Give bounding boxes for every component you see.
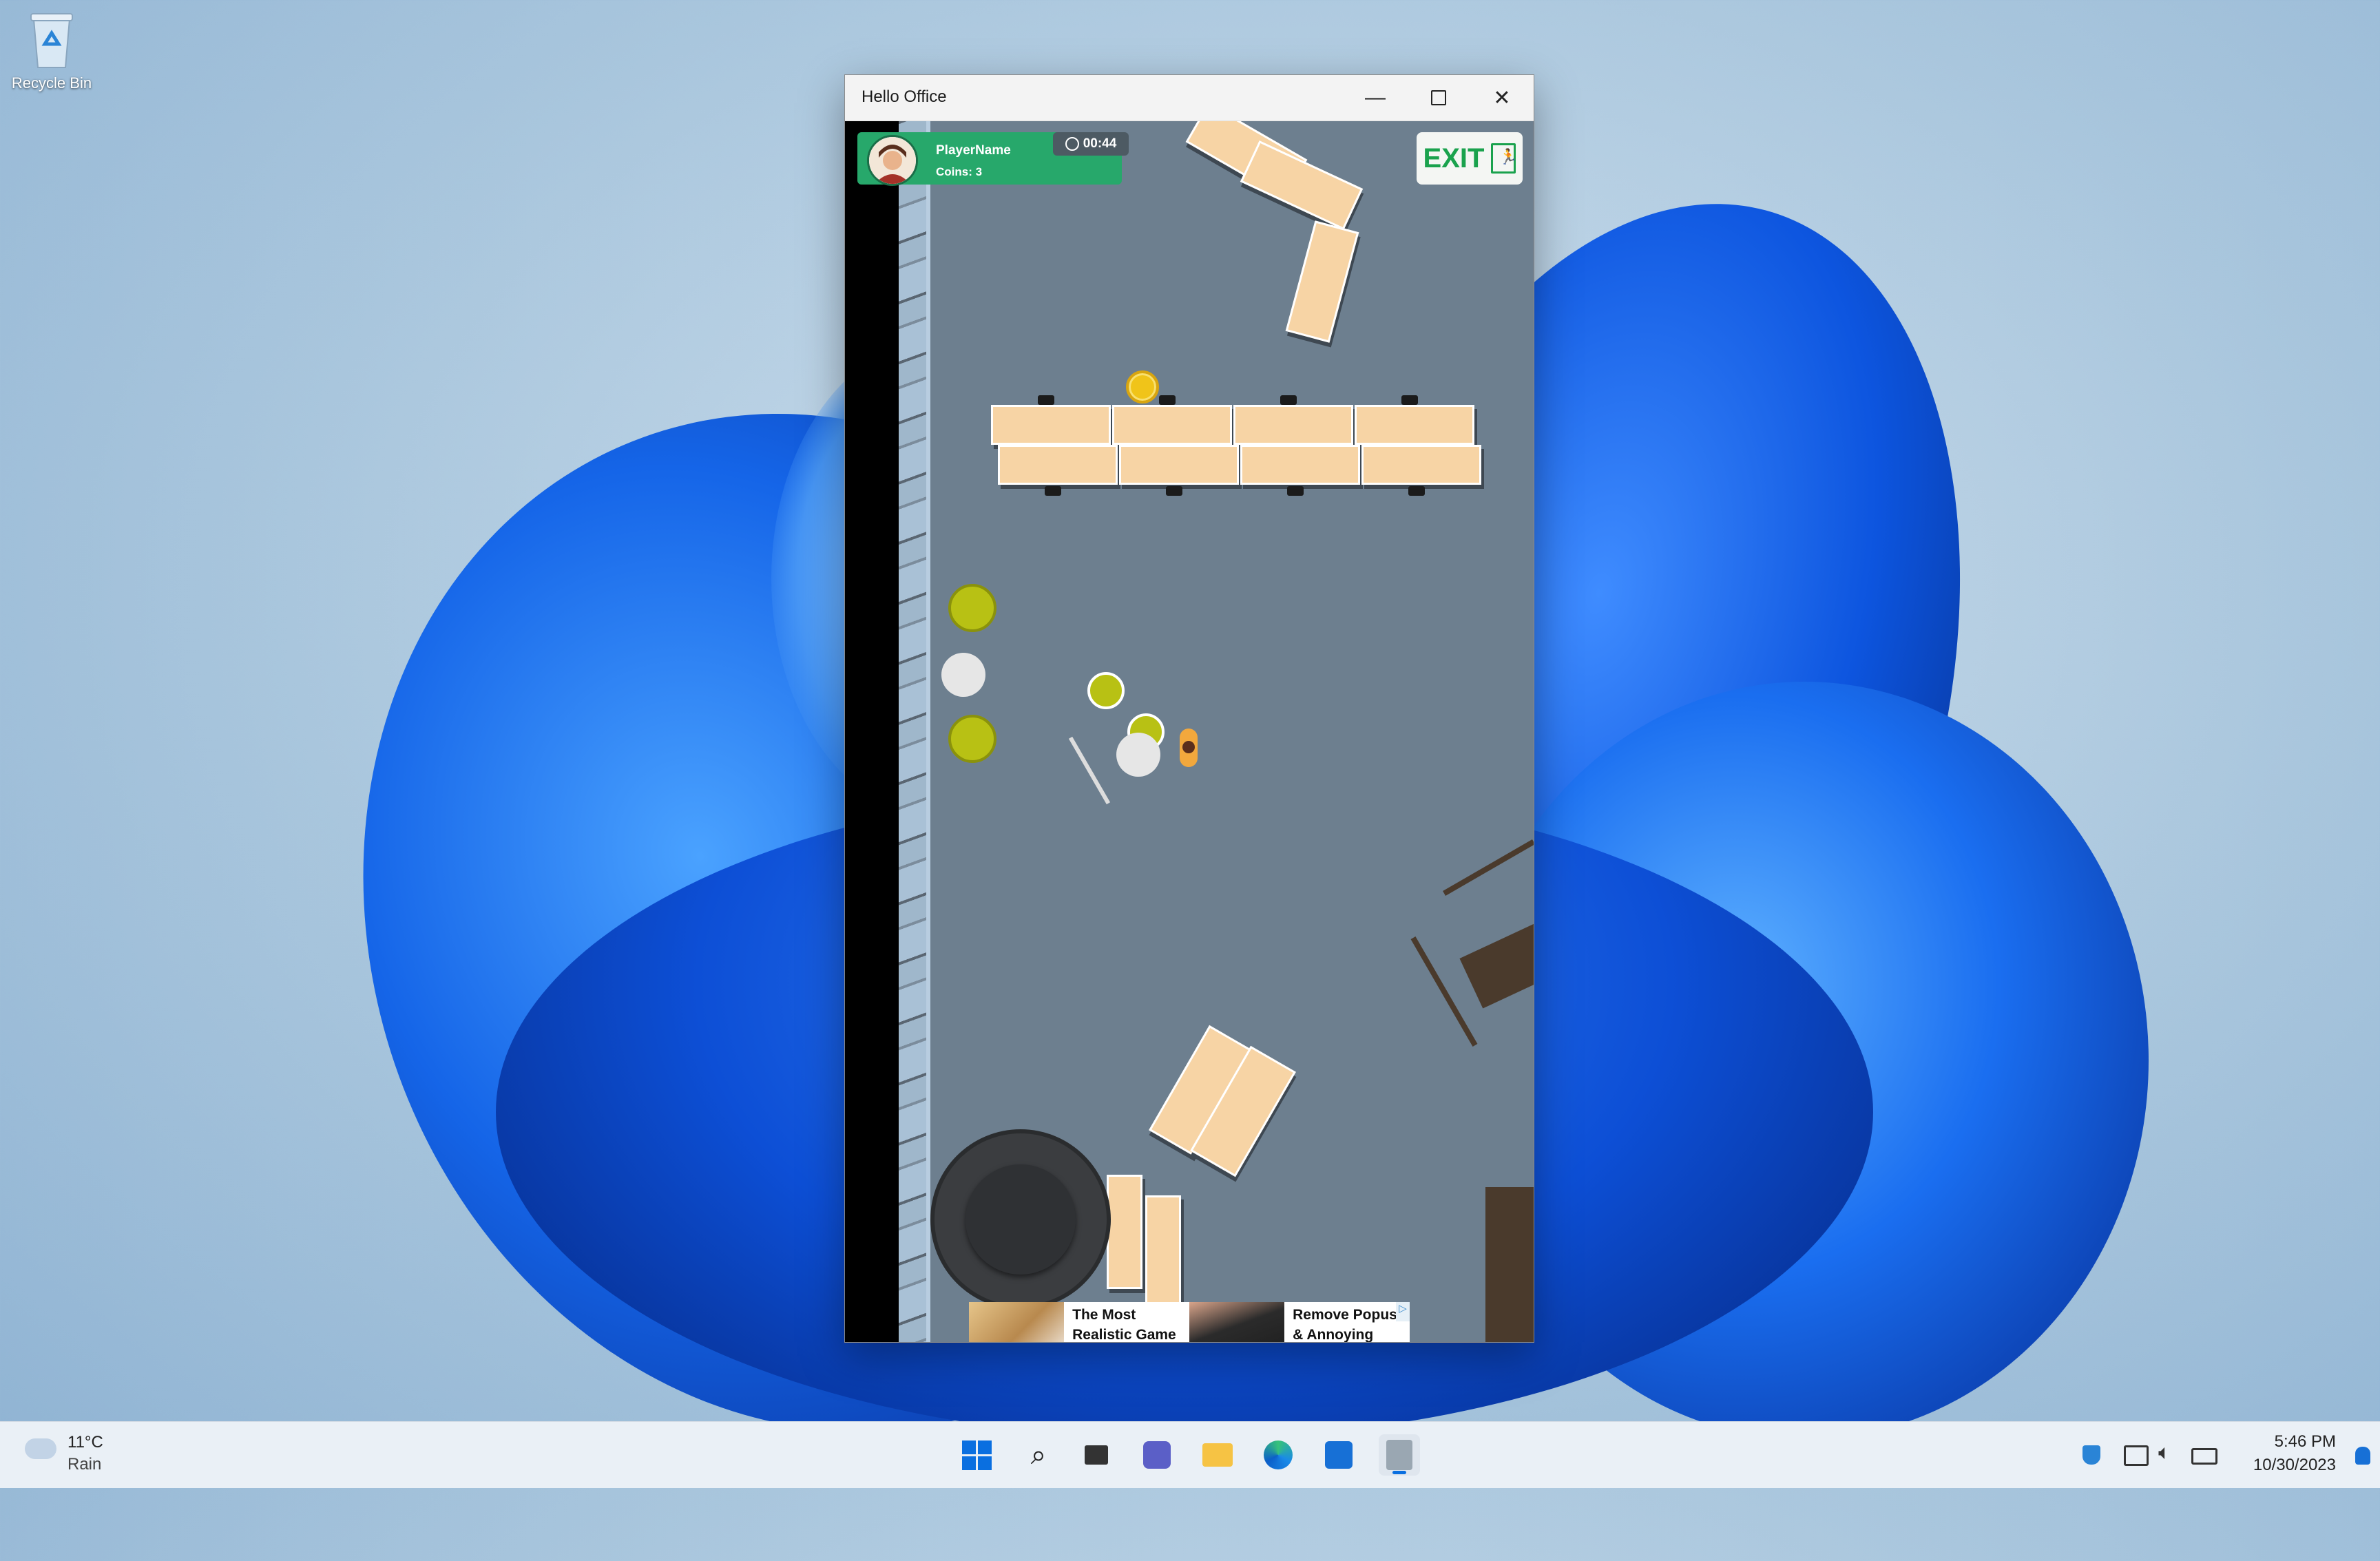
minimize-icon: — bbox=[1365, 86, 1386, 109]
clock-date: 10/30/2023 bbox=[2253, 1456, 2336, 1474]
chair bbox=[1159, 395, 1176, 405]
game-canvas[interactable]: PlayerName Coins: 3 00:44 EXIT 🏃 The Mos… bbox=[845, 121, 1534, 1342]
active-indicator bbox=[1392, 1471, 1406, 1474]
search-icon: ⌕ bbox=[1030, 1439, 1047, 1470]
start-button[interactable] bbox=[956, 1434, 997, 1476]
desk bbox=[1112, 405, 1232, 445]
ad-banner[interactable]: The Most Realistic Game of Remove Popus … bbox=[969, 1302, 1410, 1342]
adchoices-icon[interactable]: ▷ bbox=[1396, 1302, 1410, 1321]
file-explorer-icon bbox=[1202, 1443, 1233, 1467]
ad-text-left[interactable]: The Most Realistic Game of bbox=[1064, 1302, 1189, 1342]
exit-button[interactable]: EXIT 🏃 bbox=[1417, 132, 1523, 185]
player-name: PlayerName bbox=[936, 143, 1011, 158]
desk bbox=[1233, 405, 1353, 445]
armchair bbox=[948, 715, 996, 763]
desk bbox=[1145, 1195, 1181, 1310]
edge-button[interactable] bbox=[1257, 1434, 1299, 1476]
weather-temp: 11°C bbox=[67, 1433, 103, 1452]
hello-office-window[interactable]: Hello Office — ✕ PlayerName Coins: 3 00:… bbox=[844, 74, 1534, 1343]
partition bbox=[1443, 839, 1534, 896]
chair bbox=[1038, 395, 1054, 405]
store-icon bbox=[1325, 1441, 1353, 1469]
teams-icon bbox=[1143, 1441, 1171, 1469]
minimize-button[interactable]: — bbox=[1344, 75, 1407, 121]
desk bbox=[1240, 445, 1360, 485]
joystick-knob[interactable] bbox=[965, 1164, 1076, 1275]
desk bbox=[1107, 1175, 1142, 1289]
battery-icon[interactable] bbox=[2191, 1448, 2217, 1465]
recycle-bin-icon bbox=[24, 7, 79, 70]
desk bbox=[1119, 445, 1239, 485]
store-button[interactable] bbox=[1318, 1434, 1359, 1476]
outer-wall bbox=[845, 121, 899, 1342]
chair bbox=[1045, 486, 1061, 496]
exit-door-icon: 🏃 bbox=[1491, 143, 1518, 174]
security-icon[interactable] bbox=[2082, 1445, 2100, 1465]
window-title: Hello Office bbox=[862, 87, 947, 106]
desk bbox=[998, 445, 1118, 485]
weather-condition: Rain bbox=[67, 1455, 102, 1474]
ad-text-right[interactable]: Remove Popus & Annoying bbox=[1284, 1302, 1410, 1342]
meeting-table bbox=[1459, 900, 1534, 1009]
desk bbox=[1361, 445, 1481, 485]
stool bbox=[1087, 672, 1125, 709]
maximize-icon bbox=[1431, 90, 1446, 105]
glass-wall bbox=[899, 121, 930, 1342]
clock-icon bbox=[1065, 137, 1079, 151]
chair bbox=[1408, 486, 1425, 496]
chair bbox=[1287, 486, 1304, 496]
recycle-bin[interactable]: Recycle Bin bbox=[7, 7, 96, 92]
title-bar[interactable]: Hello Office — ✕ bbox=[845, 75, 1534, 121]
close-button[interactable]: ✕ bbox=[1470, 75, 1534, 121]
exit-label: EXIT bbox=[1423, 143, 1485, 174]
virtual-joystick[interactable] bbox=[935, 1133, 1107, 1306]
desk bbox=[991, 405, 1111, 445]
chair bbox=[1280, 395, 1297, 405]
timer-value: 00:44 bbox=[1083, 136, 1117, 151]
partition bbox=[1410, 936, 1478, 1047]
coin-count: Coins: 3 bbox=[936, 165, 983, 178]
edge-icon bbox=[1264, 1440, 1293, 1469]
desk bbox=[1285, 220, 1359, 343]
ad-image-right[interactable] bbox=[1189, 1302, 1285, 1342]
avatar bbox=[867, 135, 918, 186]
wood-table bbox=[1485, 1187, 1534, 1342]
notifications-icon[interactable] bbox=[2355, 1447, 2370, 1465]
taskbar: 11°C Rain ⌕ 🔈︎ 5:46 PM 10/30/2023 bbox=[0, 1421, 2380, 1488]
close-icon: ✕ bbox=[1493, 86, 1511, 109]
maximize-button[interactable] bbox=[1407, 75, 1470, 121]
desk bbox=[1355, 405, 1474, 445]
player-hud: PlayerName Coins: 3 00:44 bbox=[857, 132, 1129, 186]
volume-icon[interactable]: 🔈︎ bbox=[2158, 1441, 2171, 1465]
recycle-bin-label: Recycle Bin bbox=[11, 74, 92, 92]
file-explorer-button[interactable] bbox=[1197, 1434, 1238, 1476]
hello-office-icon bbox=[1386, 1440, 1412, 1470]
hello-office-taskbar-button[interactable] bbox=[1379, 1434, 1420, 1476]
teams-button[interactable] bbox=[1136, 1434, 1178, 1476]
player-character bbox=[1180, 729, 1198, 767]
task-view-icon bbox=[1085, 1445, 1108, 1465]
clock[interactable]: 5:46 PM 10/30/2023 bbox=[2253, 1430, 2336, 1477]
broom bbox=[1068, 736, 1111, 805]
network-icon[interactable] bbox=[2124, 1445, 2149, 1466]
desk bbox=[1240, 140, 1364, 230]
chair bbox=[1401, 395, 1418, 405]
round-table bbox=[1116, 733, 1160, 777]
task-view-button[interactable] bbox=[1076, 1434, 1117, 1476]
timer: 00:44 bbox=[1053, 132, 1129, 156]
rain-cloud-icon bbox=[25, 1438, 56, 1459]
start-icon bbox=[961, 1440, 992, 1470]
clock-time: 5:46 PM bbox=[2274, 1432, 2336, 1451]
ad-image-left[interactable] bbox=[969, 1302, 1065, 1342]
coin bbox=[1126, 370, 1159, 404]
search-button[interactable]: ⌕ bbox=[1018, 1434, 1059, 1476]
chair bbox=[1166, 486, 1182, 496]
armchair bbox=[948, 584, 996, 632]
round-table bbox=[941, 653, 985, 697]
